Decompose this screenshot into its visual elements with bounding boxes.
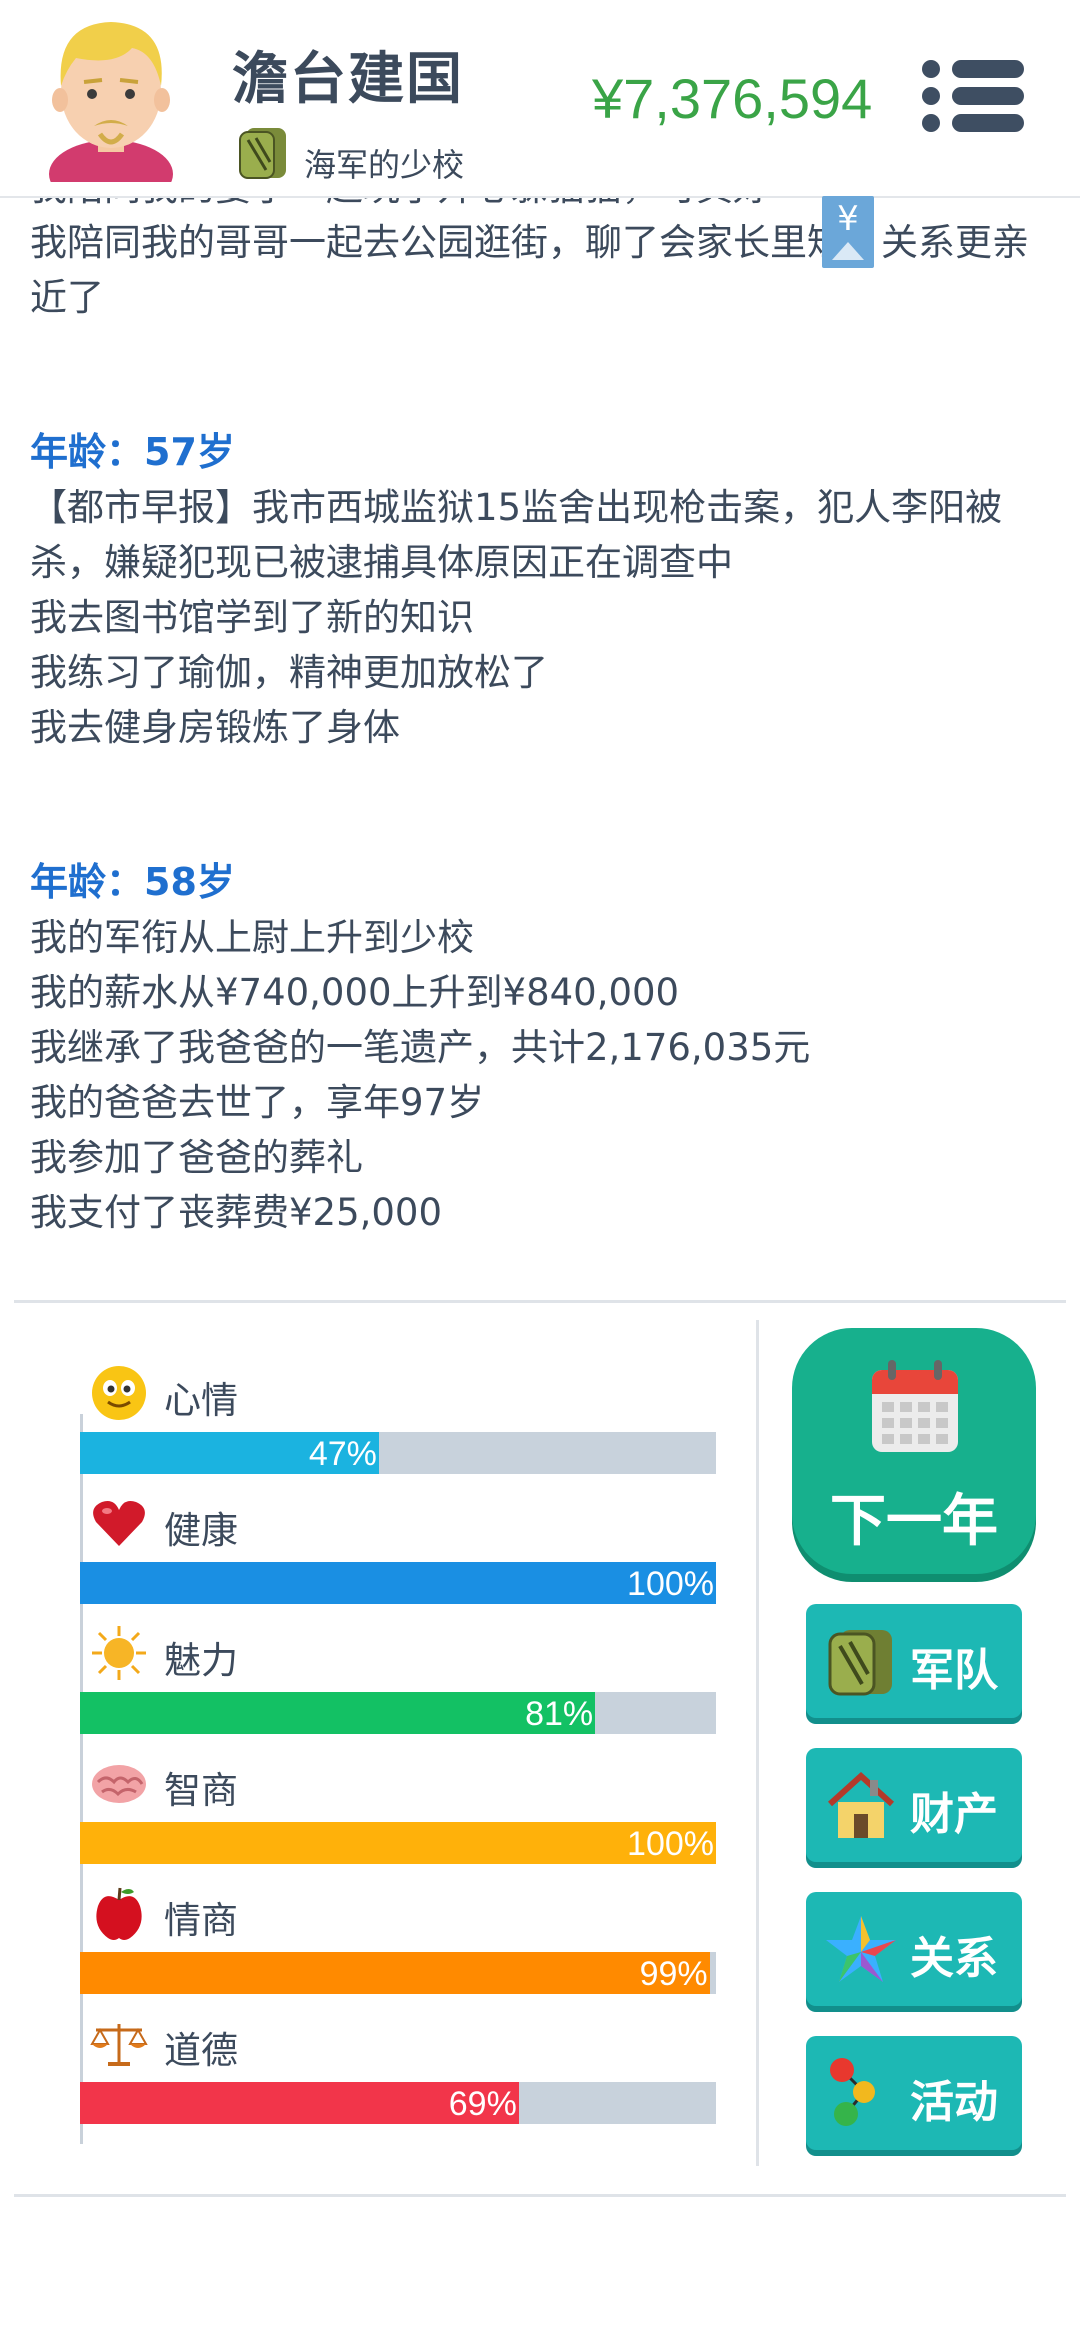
property-button[interactable]: 财产 xyxy=(806,1748,1022,1862)
army-button[interactable]: 军队 xyxy=(806,1604,1022,1718)
age-heading: 年龄：58岁 xyxy=(30,860,235,904)
stat-bar: 69% xyxy=(80,2082,716,2124)
log-line: 我的薪水从¥740,000上升到¥840,000 xyxy=(30,971,680,1014)
menu-button[interactable] xyxy=(922,58,1024,134)
log-line: 【都市早报】我市西城监狱15监舍出现枪击案，犯人李阳被杀，嫌疑犯现已被逮捕具体原… xyxy=(30,486,1003,584)
menu-icon-bar xyxy=(952,60,1024,78)
log-line: 我继承了我爸爸的一笔遗产，共计2,176,035元 xyxy=(30,1026,811,1069)
brain-icon xyxy=(92,1765,146,1803)
house-icon xyxy=(827,1771,895,1838)
avatar[interactable] xyxy=(36,14,186,182)
stat-label: 智商 xyxy=(164,1769,238,1812)
stat-percent: 100% xyxy=(627,1825,714,1863)
menu-icon xyxy=(922,60,940,78)
relations-button[interactable]: 关系 xyxy=(806,1892,1022,2006)
life-event-log: 我陪同我的妻子一起玩了开心躲猫猫，可真好 我陪同我的哥哥一起去公园逛街，聊了会家… xyxy=(30,160,1050,1240)
stat-percent: 69% xyxy=(448,2085,517,2123)
stat-bar: 100% xyxy=(80,1562,716,1604)
stats-axis xyxy=(80,1414,83,2144)
stat-fill: 100% xyxy=(80,1562,716,1604)
menu-icon-bar xyxy=(952,87,1024,105)
log-line: 我练习了瑜伽，精神更加放松了 xyxy=(30,651,548,694)
stat-bar: 47% xyxy=(80,1432,716,1474)
player-name: 澹台建国 xyxy=(232,47,464,112)
military-rank-icon xyxy=(239,128,286,179)
top-bar: 澹台建国 海军的少校 ¥7,376,594 xyxy=(0,0,1080,198)
age-heading: 年龄：57岁 xyxy=(30,430,235,474)
log-line: 我的爸爸去世了，享年97岁 xyxy=(30,1081,485,1124)
log-line: 我去图书馆学到了新的知识 xyxy=(30,596,474,639)
menu-icon-bar xyxy=(952,114,1024,132)
menu-icon-dot xyxy=(922,114,940,132)
army-label: 军队 xyxy=(910,1645,998,1696)
log-line: 我陪同我的哥哥一起去公园逛街，聊了会家长里短，关系更亲近了 xyxy=(30,221,1029,319)
smiley-face-icon xyxy=(92,1366,146,1420)
stat-fill: 100% xyxy=(80,1822,716,1864)
stat-label: 魅力 xyxy=(164,1639,238,1682)
stat-percent: 100% xyxy=(627,1565,714,1603)
stat-bar: 99% xyxy=(80,1952,716,1994)
menu-icon-dot xyxy=(922,87,940,105)
activities-button[interactable]: 活动 xyxy=(806,2036,1022,2150)
log-line: 我支付了丧葬费¥25,000 xyxy=(30,1191,443,1234)
log-line: 我去健身房锻炼了身体 xyxy=(30,706,400,749)
stat-percent: 81% xyxy=(525,1695,594,1733)
activities-icon xyxy=(830,2058,875,2126)
stat-label: 健康 xyxy=(164,1509,238,1552)
money-gain-badge: ¥ xyxy=(822,196,874,268)
relations-label: 关系 xyxy=(910,1933,998,1984)
military-rank-label: 海军的少校 xyxy=(304,146,465,184)
stat-percent: 99% xyxy=(639,1955,708,1993)
divider xyxy=(14,1300,1066,1303)
heart-icon xyxy=(93,1501,145,1546)
divider xyxy=(14,2194,1066,2197)
stat-fill: 69% xyxy=(80,2082,519,2124)
calendar-icon xyxy=(872,1360,958,1452)
property-label: 财产 xyxy=(910,1789,998,1840)
stat-bar: 81% xyxy=(80,1692,716,1734)
stat-fill: 81% xyxy=(80,1692,596,1734)
stat-label: 心情 xyxy=(164,1379,238,1422)
military-rank-icon xyxy=(828,1630,892,1696)
money-balance: ¥7,376,594 xyxy=(592,67,873,130)
log-line: 我参加了爸爸的葬礼 xyxy=(30,1136,363,1179)
activities-label: 活动 xyxy=(910,2077,998,2128)
divider xyxy=(756,1320,759,2166)
stat-label: 情商 xyxy=(164,1899,238,1942)
scales-icon xyxy=(90,2024,148,2066)
stat-fill: 99% xyxy=(80,1952,710,1994)
sun-icon xyxy=(92,1626,146,1680)
next-year-button[interactable]: 下一年 xyxy=(792,1328,1036,1574)
stat-bar: 100% xyxy=(80,1822,716,1864)
stat-fill: 47% xyxy=(80,1432,379,1474)
apple-icon xyxy=(96,1887,142,1940)
stat-label: 道德 xyxy=(164,2029,238,2072)
log-line: 我的军衔从上尉上升到少校 xyxy=(30,916,474,959)
star-icon xyxy=(826,1916,896,1982)
stat-percent: 47% xyxy=(308,1435,377,1473)
next-year-label: 下一年 xyxy=(830,1489,998,1554)
